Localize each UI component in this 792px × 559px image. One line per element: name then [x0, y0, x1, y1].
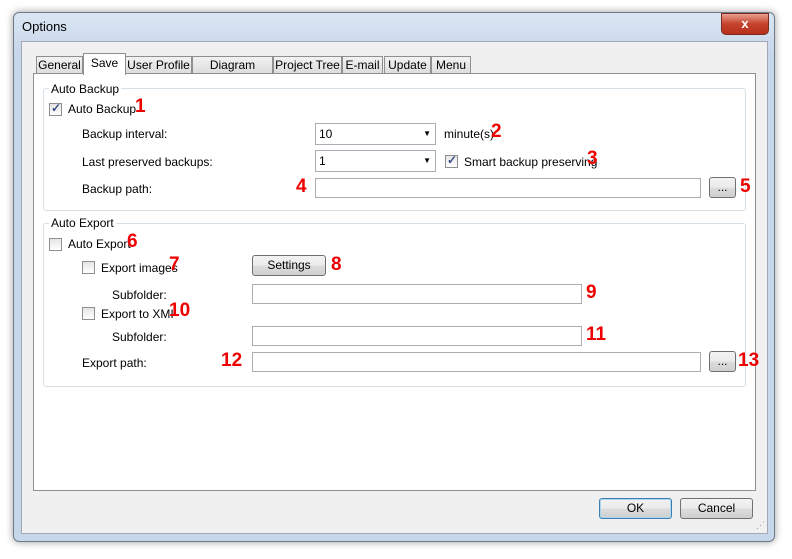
annotation-13: 13 — [738, 350, 760, 371]
tab-email[interactable]: E-mail — [342, 56, 383, 74]
backup-path-browse-button[interactable]: ... — [709, 177, 736, 198]
annotation-3: 3 — [587, 148, 598, 169]
tab-diagram-editor[interactable]: Diagram Editor — [192, 56, 273, 89]
export-images-checkbox[interactable] — [82, 261, 95, 274]
preserved-backups-select[interactable]: 1 ▼ — [315, 150, 436, 172]
minutes-label: minute(s) — [444, 127, 495, 141]
tab-user-profile[interactable]: User Profile — [125, 56, 192, 74]
smart-backup-label: Smart backup preserving — [464, 155, 598, 169]
auto-backup-legend: Auto Backup — [49, 82, 122, 96]
chevron-down-icon: ▼ — [423, 129, 431, 138]
smart-backup-checkbox[interactable] — [445, 153, 458, 168]
close-button[interactable]: x — [721, 13, 769, 35]
annotation-2: 2 — [491, 121, 502, 142]
backup-interval-label: Backup interval: — [82, 127, 168, 141]
chevron-down-icon: ▼ — [423, 156, 431, 165]
window-title: Options — [22, 19, 67, 34]
annotation-8: 8 — [331, 254, 342, 275]
export-xmi-checkbox[interactable] — [82, 307, 95, 320]
images-subfolder-input[interactable] — [252, 284, 582, 304]
backup-interval-select[interactable]: 10 ▼ — [315, 123, 436, 145]
auto-export-label: Auto Export — [68, 237, 131, 251]
annotation-1: 1 — [135, 96, 146, 117]
annotation-11: 11 — [586, 324, 607, 345]
xmi-subfolder-label: Subfolder: — [112, 330, 167, 344]
annotation-7: 7 — [169, 254, 180, 275]
images-subfolder-label: Subfolder: — [112, 288, 167, 302]
auto-export-checkbox[interactable] — [49, 238, 62, 251]
preserved-backups-value: 1 — [319, 154, 326, 168]
export-settings-button[interactable]: Settings — [252, 255, 326, 276]
annotation-6: 6 — [127, 231, 138, 252]
resize-grip-icon[interactable]: ⋰ — [756, 520, 765, 531]
tab-update[interactable]: Update — [384, 56, 431, 74]
backup-interval-value: 10 — [319, 127, 333, 141]
auto-backup-label: Auto Backup — [68, 102, 137, 116]
annotation-4: 4 — [296, 176, 307, 197]
tab-menu[interactable]: Menu — [431, 56, 471, 74]
tab-save[interactable]: Save — [83, 53, 126, 75]
export-path-browse-button[interactable]: ... — [709, 351, 736, 372]
export-images-label: Export images — [101, 261, 178, 275]
annotation-10: 10 — [169, 300, 191, 321]
backup-path-input[interactable] — [315, 178, 701, 198]
export-path-label: Export path: — [82, 356, 147, 370]
ok-button[interactable]: OK — [599, 498, 672, 519]
export-xmi-label: Export to XMI — [101, 307, 174, 321]
tab-general[interactable]: General — [36, 56, 83, 74]
annotation-12: 12 — [221, 350, 243, 371]
xmi-subfolder-input[interactable] — [252, 326, 582, 346]
tab-project-tree[interactable]: Project Tree — [273, 56, 342, 74]
backup-path-label: Backup path: — [82, 182, 153, 196]
export-path-input[interactable] — [252, 352, 701, 372]
auto-export-legend: Auto Export — [49, 216, 116, 230]
preserved-backups-label: Last preserved backups: — [82, 155, 213, 169]
auto-backup-checkbox[interactable] — [49, 101, 62, 116]
cancel-button[interactable]: Cancel — [680, 498, 753, 519]
annotation-5: 5 — [740, 176, 751, 197]
annotation-9: 9 — [586, 282, 597, 303]
